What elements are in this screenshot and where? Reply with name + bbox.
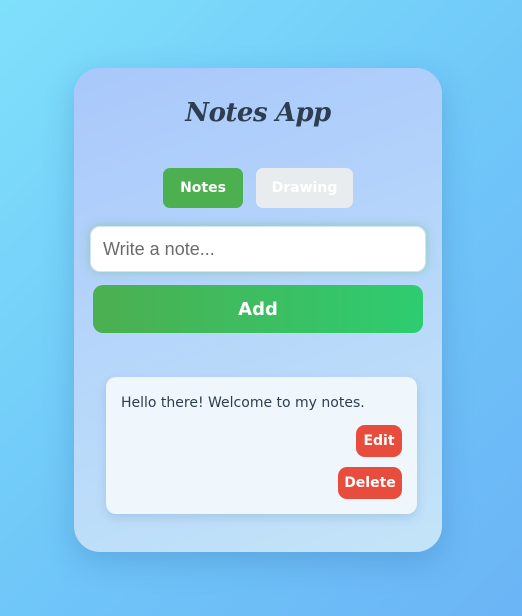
delete-note-button[interactable]: Delete xyxy=(338,467,402,499)
notes-mode-button[interactable]: Notes xyxy=(163,168,243,208)
add-note-button[interactable]: Add xyxy=(93,285,423,333)
app-card: Notes App Notes Drawing Add Hello there!… xyxy=(74,68,442,552)
app-title: Notes App xyxy=(185,98,331,128)
note-item: Hello there! Welcome to my notes. Edit D… xyxy=(106,377,417,514)
drawing-mode-button[interactable]: Drawing xyxy=(256,168,353,208)
note-text: Hello there! Welcome to my notes. xyxy=(121,395,365,411)
edit-note-button[interactable]: Edit xyxy=(356,425,402,457)
note-input[interactable] xyxy=(90,226,426,272)
